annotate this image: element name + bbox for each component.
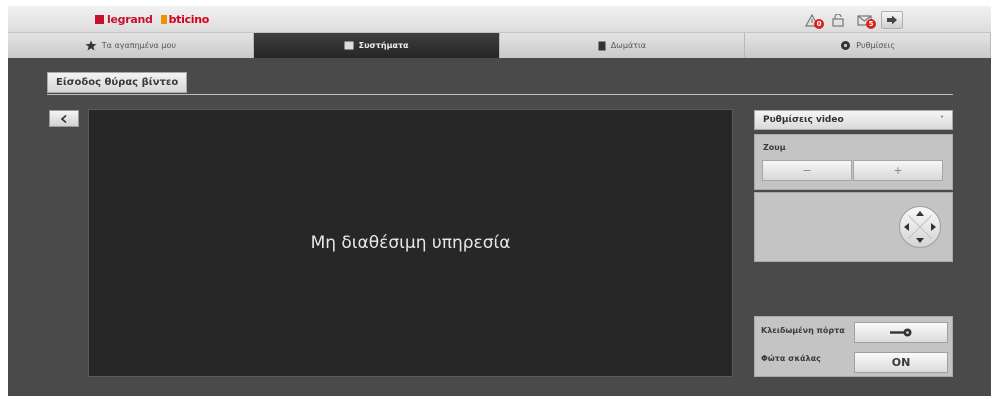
stair-lights-label: Φώτα σκάλας [761, 354, 821, 363]
mail-button[interactable]: 5 [851, 11, 877, 29]
video-viewport: Μη διαθέσιμη υπηρεσία [88, 109, 733, 377]
app-frame: legrand bticino 0 5 Τα αγαπημένα μου Συσ… [8, 6, 991, 396]
brand-logo: legrand bticino [95, 13, 209, 26]
chevron-down-icon: ˅ [940, 115, 944, 124]
top-bar: legrand bticino 0 5 [8, 6, 991, 33]
door-controls-panel: Κλειδωμένη πόρτα Φώτα σκάλας ON [754, 316, 953, 377]
video-status-message: Μη διαθέσιμη υπηρεσία [310, 233, 511, 253]
settings-icon [840, 40, 851, 51]
tab-settings-label: Ρυθμίσεις [856, 41, 896, 50]
pan-tilt-panel [754, 192, 953, 262]
lock-button[interactable] [825, 11, 851, 29]
tab-favorites-label: Τα αγαπημένα μου [101, 41, 176, 50]
rooms-icon [598, 41, 606, 51]
locked-door-label: Κλειδωμένη πόρτα [761, 326, 845, 335]
directional-pad-icon[interactable] [898, 205, 942, 249]
brand-legrand: legrand [107, 13, 153, 26]
zoom-in-button[interactable]: + [853, 160, 943, 181]
brand-bticino: bticino [168, 13, 210, 26]
video-settings-dropdown[interactable]: Ρυθμίσεις video ˅ [754, 110, 953, 130]
key-icon [890, 328, 912, 337]
zoom-out-button[interactable]: − [762, 160, 852, 181]
tab-settings[interactable]: Ρυθμίσεις [745, 33, 991, 58]
logo-square [95, 15, 104, 24]
alarm-badge: 0 [814, 19, 824, 29]
logout-button[interactable] [881, 11, 903, 29]
title-divider [47, 94, 953, 95]
star-icon [85, 40, 97, 51]
stair-lights-button[interactable]: ON [854, 352, 948, 373]
logo-bar [160, 15, 167, 24]
systems-icon [344, 41, 354, 50]
video-settings-label: Ρυθμίσεις video [763, 115, 844, 125]
toolbar-icons: 0 5 [799, 11, 903, 29]
unlock-door-button[interactable] [854, 322, 948, 343]
main-nav: Τα αγαπημένα μου Συστήματα Δωμάτια Ρυθμί… [8, 33, 991, 58]
tab-rooms-label: Δωμάτια [610, 41, 647, 50]
tab-rooms[interactable]: Δωμάτια [499, 33, 746, 58]
tab-systems-label: Συστήματα [358, 41, 409, 50]
mail-badge: 5 [866, 19, 876, 29]
page-title: Είσοδος θύρας βίντεο [47, 72, 188, 93]
alarm-button[interactable]: 0 [799, 11, 825, 29]
zoom-label: Ζουμ [763, 143, 786, 152]
logout-icon [887, 15, 897, 25]
zoom-panel: Ζουμ − + [754, 134, 953, 190]
lock-icon [832, 13, 844, 27]
back-button[interactable] [49, 110, 79, 127]
tab-systems[interactable]: Συστήματα [253, 33, 500, 58]
tab-favorites[interactable]: Τα αγαπημένα μου [8, 33, 254, 58]
chevron-left-icon [61, 114, 67, 123]
